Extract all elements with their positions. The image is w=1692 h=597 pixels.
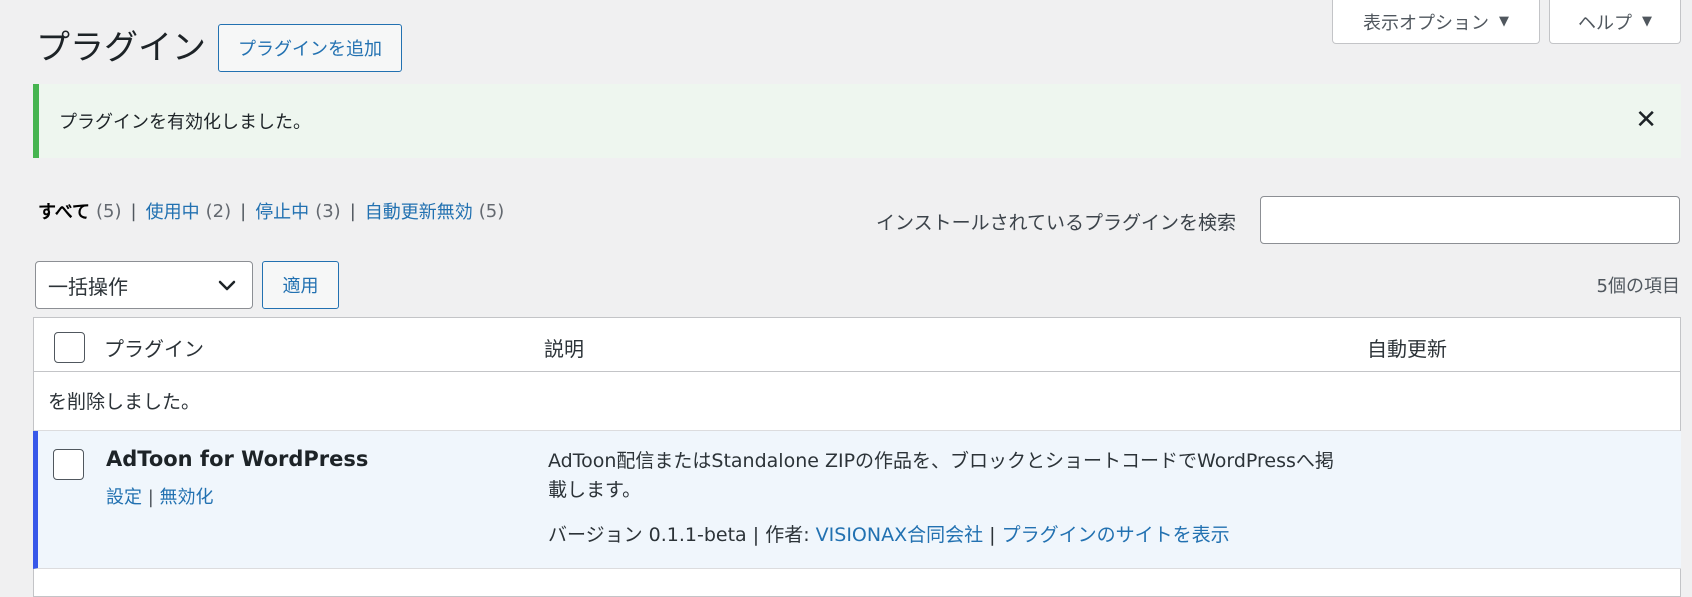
page-title: プラグイン — [36, 28, 206, 68]
caret-down-icon: ▼ — [1499, 14, 1509, 29]
plugin-name: AdToon for WordPress — [106, 447, 369, 471]
bulk-action-selected: 一括操作 — [48, 274, 128, 299]
separator: | — [240, 200, 247, 222]
filter-all-count: (5) — [96, 200, 122, 222]
filter-auto-update-disabled-count: (5) — [478, 200, 505, 222]
table-header: プラグイン 説明 自動更新 — [34, 318, 1680, 372]
select-all-checkbox[interactable] — [54, 332, 85, 363]
filter-all[interactable]: すべて — [38, 198, 90, 224]
plugin-site-link[interactable]: プラグインのサイトを表示 — [1002, 524, 1230, 546]
separator: | — [752, 524, 766, 546]
search-label: インストールされているプラグインを検索 — [876, 212, 1237, 234]
column-description: 説明 — [544, 337, 584, 361]
column-auto-update: 自動更新 — [1367, 337, 1447, 361]
author-link[interactable]: VISIONAX合同会社 — [816, 524, 983, 546]
help-label: ヘルプ — [1578, 12, 1632, 34]
apply-button[interactable]: 適用 — [262, 261, 339, 309]
close-icon[interactable]: ✕ — [1635, 106, 1657, 134]
filter-auto-update-disabled[interactable]: 自動更新無効 — [365, 198, 473, 224]
add-plugin-button[interactable]: プラグインを追加 — [218, 24, 402, 72]
search-input[interactable] — [1260, 196, 1680, 244]
separator: | — [130, 200, 137, 222]
filter-active[interactable]: 使用中 — [146, 198, 200, 224]
filter-inactive-count: (3) — [315, 200, 341, 222]
deleted-notice-row: を削除しました。 — [34, 373, 1680, 431]
separator: | — [989, 524, 1002, 546]
caret-down-icon: ▼ — [1642, 14, 1652, 29]
author-prefix: 作者: — [765, 524, 810, 546]
bulk-action-select[interactable]: 一括操作 — [35, 261, 253, 309]
success-notice: プラグインを有効化しました。 ✕ — [33, 84, 1681, 158]
screen-options-button[interactable]: 表示オプション ▼ — [1332, 0, 1540, 44]
chevron-down-icon — [218, 280, 236, 291]
page-heading: プラグイン プラグインを追加 — [36, 24, 402, 72]
plugin-version: バージョン 0.1.1-beta — [548, 524, 747, 546]
screen-options-label: 表示オプション — [1363, 12, 1489, 34]
plugins-table: プラグイン 説明 自動更新 を削除しました。 AdToon for WordPr… — [33, 317, 1681, 597]
deactivate-link[interactable]: 無効化 — [160, 487, 214, 508]
notice-message: プラグインを有効化しました。 — [59, 112, 311, 133]
plugin-meta: バージョン 0.1.1-beta | 作者: VISIONAX合同会社 | プラ… — [548, 520, 1230, 547]
separator: | — [349, 200, 356, 222]
row-actions: 設定 | 無効化 — [106, 483, 214, 509]
column-plugin: プラグイン — [104, 337, 204, 361]
plugin-status-filters: すべて (5) | 使用中 (2) | 停止中 (3) | 自動更新無効 (5) — [38, 198, 504, 224]
filter-active-count: (2) — [205, 200, 232, 222]
row-checkbox[interactable] — [53, 449, 84, 480]
settings-link[interactable]: 設定 — [106, 487, 142, 508]
separator: | — [147, 487, 160, 508]
table-row: AdToon for WordPress 設定 | 無効化 AdToon配信また… — [33, 431, 1681, 569]
plugin-description: AdToon配信またはStandalone ZIPの作品を、ブロックとショートコ… — [548, 450, 1334, 501]
items-count: 5個の項目 — [1596, 276, 1680, 297]
filter-inactive[interactable]: 停止中 — [255, 198, 309, 224]
help-button[interactable]: ヘルプ ▼ — [1549, 0, 1681, 44]
